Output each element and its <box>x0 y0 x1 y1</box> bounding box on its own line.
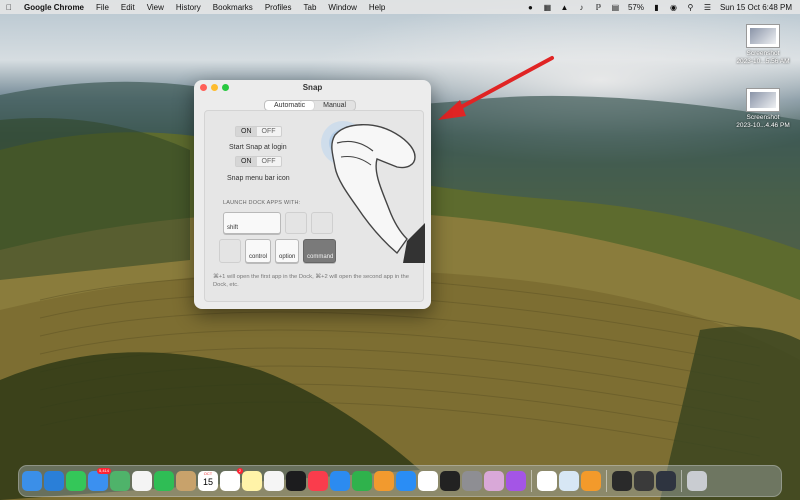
control-key-label: control <box>249 254 268 260</box>
menu-file[interactable]: File <box>90 3 115 12</box>
menubar-icon-label: Snap menu bar icon <box>227 175 290 182</box>
keynote-icon[interactable] <box>330 471 350 491</box>
window-thumb-icon[interactable] <box>634 471 654 491</box>
menu-tab[interactable]: Tab <box>298 3 323 12</box>
tab-manual[interactable]: Manual <box>314 101 355 110</box>
login-toggle-off[interactable]: OFF <box>257 127 281 136</box>
menubar-toggle-on[interactable]: ON <box>236 157 257 166</box>
window-thumb-icon[interactable] <box>612 471 632 491</box>
shortcut-note: ⌘+1 will open the first app in the Dock,… <box>213 274 409 288</box>
mail-icon[interactable]: 5,414 <box>88 468 111 491</box>
figma-icon[interactable] <box>440 471 460 491</box>
photos-icon[interactable] <box>132 471 152 491</box>
bluetooth-icon[interactable]: ℙ <box>594 3 603 12</box>
window-controls <box>200 84 229 91</box>
key-slot[interactable] <box>285 212 307 234</box>
menu-clock[interactable]: Sun 15 Oct 6:48 PM <box>720 3 792 12</box>
launch-section-label: LAUNCH DOCK APPS WITH: <box>223 200 301 206</box>
menu-edit[interactable]: Edit <box>115 3 141 12</box>
notes-icon[interactable] <box>242 471 262 491</box>
incognito-icon[interactable]: ▲ <box>560 3 569 12</box>
record-icon[interactable]: ● <box>526 3 535 12</box>
battery-percent[interactable]: 57% <box>628 3 644 12</box>
menu-view[interactable]: View <box>141 3 170 12</box>
maps-icon[interactable] <box>110 471 130 491</box>
calendar-day: 15 <box>202 477 213 487</box>
finder-icon[interactable] <box>22 471 42 491</box>
desktop-icon-label: Screenshot <box>746 114 780 121</box>
snap-window: Snap Automatic Manual ON OFF Start Snap … <box>194 80 431 309</box>
control-center-icon[interactable]: ☰ <box>703 3 712 12</box>
facetime-icon[interactable] <box>154 471 174 491</box>
battery-icon[interactable]: ▮ <box>652 3 661 12</box>
desktop-icon-sublabel: 2023-10...4.46 PM <box>736 122 790 129</box>
start-at-login-label: Start Snap at login <box>229 144 287 151</box>
notification-badge: 5,414 <box>96 468 111 474</box>
dock-separator <box>681 470 682 492</box>
freeform-icon[interactable] <box>264 471 284 491</box>
hand-press-illustration-icon <box>321 121 425 263</box>
window-title: Snap <box>302 82 323 92</box>
search-icon[interactable]: ⚲ <box>686 3 695 12</box>
podcasts-icon[interactable] <box>506 471 526 491</box>
pages-icon[interactable] <box>374 471 394 491</box>
slack-icon[interactable] <box>418 471 438 491</box>
login-toggle-on[interactable]: ON <box>236 127 257 136</box>
infuse-icon[interactable] <box>581 471 601 491</box>
tray-icon[interactable]: ▦ <box>543 3 552 12</box>
app-store-icon[interactable] <box>396 471 416 491</box>
option-key[interactable]: option <box>275 239 299 263</box>
desktop-icon-sublabel: 2023-10...5.56 AM <box>736 58 790 65</box>
safari-icon[interactable] <box>44 471 64 491</box>
close-icon[interactable] <box>200 84 207 91</box>
wifi-icon[interactable]: ◉ <box>669 3 678 12</box>
screenshot-thumbnail-icon <box>746 24 780 48</box>
dock-separator <box>531 470 532 492</box>
menubar-toggle-off[interactable]: OFF <box>257 157 281 166</box>
menu-bookmarks[interactable]: Bookmarks <box>207 3 259 12</box>
annotation-arrow-icon <box>438 56 554 120</box>
preview-icon[interactable] <box>559 471 579 491</box>
desktop-icon-label: Screenshot <box>746 50 780 57</box>
dock-separator <box>606 470 607 492</box>
menu-extras: ● ▦ ▲ ♪ ℙ ▤ 57% ▮ ◉ ⚲ ☰ Sun 15 Oct 6:48 … <box>526 3 800 12</box>
menu-help[interactable]: Help <box>363 3 391 12</box>
numbers-icon[interactable] <box>352 471 372 491</box>
menu-bar:  Google Chrome File Edit View History B… <box>0 0 800 14</box>
window-titlebar[interactable]: Snap <box>194 80 431 94</box>
window-thumb-icon[interactable] <box>656 471 676 491</box>
menu-window[interactable]: Window <box>322 3 362 12</box>
reminders-icon[interactable]: 2 <box>220 468 243 491</box>
zoom-icon[interactable] <box>222 84 229 91</box>
grid-app-icon[interactable] <box>484 471 504 491</box>
menu-app-name[interactable]: Google Chrome <box>18 3 90 12</box>
apple-menu-icon[interactable]:  <box>0 3 18 12</box>
clipboard-icon[interactable]: ▤ <box>611 3 620 12</box>
music-icon[interactable] <box>308 471 328 491</box>
menu-profiles[interactable]: Profiles <box>259 3 298 12</box>
desktop-screenshot-1[interactable]: Screenshot 2023-10...5.56 AM <box>728 24 798 66</box>
system-settings-icon[interactable] <box>462 471 482 491</box>
messages-icon[interactable] <box>66 471 86 491</box>
screenshot-thumbnail-icon <box>746 88 780 112</box>
desktop-screenshot-2[interactable]: Screenshot 2023-10...4.46 PM <box>728 88 798 130</box>
shift-key[interactable]: shift <box>223 212 281 234</box>
music-note-icon[interactable]: ♪ <box>577 3 586 12</box>
trash-icon[interactable] <box>687 471 707 491</box>
option-key-label: option <box>279 254 296 260</box>
menubar-icon-toggle[interactable]: ON OFF <box>235 156 282 167</box>
settings-panel: ON OFF Start Snap at login ON OFF Snap m… <box>204 110 425 302</box>
tab-automatic[interactable]: Automatic <box>265 101 315 110</box>
apple-tv-icon[interactable] <box>286 471 306 491</box>
key-slot[interactable] <box>219 239 241 263</box>
minimize-icon[interactable] <box>211 84 218 91</box>
chrome-icon[interactable] <box>537 471 557 491</box>
notes-app-icon[interactable] <box>176 471 196 491</box>
menu-history[interactable]: History <box>170 3 207 12</box>
calendar-icon[interactable]: OCT 15 <box>198 471 218 491</box>
shift-key-label: shift <box>227 225 239 231</box>
dock: 5,414 OCT 15 2 <box>18 465 782 497</box>
login-toggle[interactable]: ON OFF <box>235 126 282 137</box>
control-key[interactable]: control <box>245 239 271 263</box>
